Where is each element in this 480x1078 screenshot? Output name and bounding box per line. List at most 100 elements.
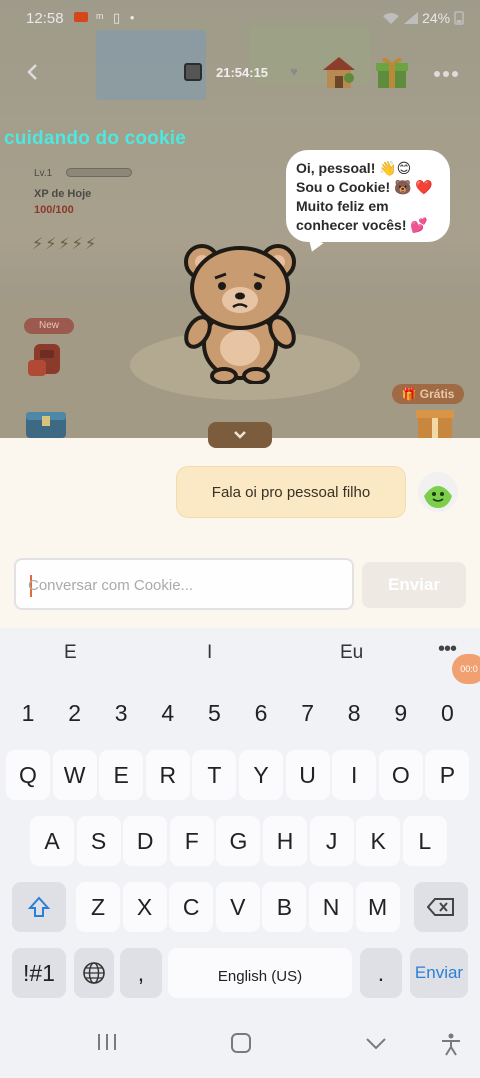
new-item-button[interactable] [22, 338, 74, 382]
bear-icon [184, 244, 296, 385]
key-space[interactable]: English (US) [168, 948, 352, 998]
globe-icon [83, 962, 105, 984]
key-s[interactable]: S [76, 816, 121, 866]
key-j[interactable]: J [309, 816, 354, 866]
chevron-down-icon [234, 431, 246, 439]
key-z[interactable]: Z [76, 882, 120, 932]
key-1[interactable]: 1 [6, 688, 50, 738]
recent-apps-icon [98, 1034, 116, 1050]
battery-level: 24% [422, 10, 451, 26]
key-5[interactable]: 5 [192, 688, 236, 738]
key-language[interactable] [74, 948, 114, 998]
key-h[interactable]: H [263, 816, 307, 866]
chest-button[interactable] [22, 404, 70, 438]
key-k[interactable]: K [356, 816, 401, 866]
gift-box-icon [416, 410, 454, 438]
backpack-icon [28, 344, 60, 376]
key-i[interactable]: I [332, 750, 377, 800]
speech-bubble: Oi, pessoal! 👋😊 Sou o Cookie! 🐻 ❤️ Muito… [286, 150, 450, 242]
key-symbols[interactable]: !#1 [12, 948, 66, 998]
key-b[interactable]: B [262, 882, 307, 932]
gift-button[interactable] [372, 52, 412, 92]
xp-panel: Lv.1 XP de Hoje 100/100 ⚡⚡⚡⚡⚡ [30, 160, 160, 255]
avatar-icon [424, 486, 452, 508]
key-g[interactable]: G [216, 816, 261, 866]
key-o[interactable]: O [378, 750, 423, 800]
suggestion-2[interactable]: I [207, 642, 212, 664]
key-7[interactable]: 7 [286, 688, 330, 738]
level-progress-bar [66, 168, 132, 177]
chat-panel: Fala oi pro pessoal filho Enviar [0, 438, 480, 628]
key-t[interactable]: T [192, 750, 237, 800]
chat-input-box[interactable] [14, 558, 354, 610]
home-button[interactable] [230, 1032, 252, 1060]
key-n[interactable]: N [309, 882, 353, 932]
bed-icon [184, 63, 202, 81]
house-icon [323, 57, 355, 88]
wifi-icon [383, 13, 400, 24]
suggestion-1[interactable]: E [64, 642, 77, 664]
key-u[interactable]: U [285, 750, 330, 800]
pet-title: cuidando do cookie [4, 128, 187, 149]
free-badge[interactable]: 🎁 Grátis [392, 384, 464, 404]
free-gift-item[interactable] [410, 404, 460, 438]
key-a[interactable]: A [30, 816, 74, 866]
key-x[interactable]: X [122, 882, 167, 932]
user-avatar [418, 472, 458, 512]
free-label: Grátis [419, 387, 455, 401]
backspace-icon [426, 898, 454, 916]
key-l[interactable]: L [402, 816, 447, 866]
key-r[interactable]: R [145, 750, 190, 800]
key-v[interactable]: V [215, 882, 260, 932]
recording-badge: 00:0 [452, 654, 480, 684]
key-w[interactable]: W [52, 750, 97, 800]
key-enter[interactable]: Enviar [410, 948, 468, 998]
key-period[interactable]: . [360, 948, 402, 998]
xp-value: 100/100 [34, 204, 74, 216]
game-toolbar: 21:54:15 ♥ [0, 52, 480, 92]
key-9[interactable]: 9 [379, 688, 423, 738]
home-icon [231, 1033, 251, 1053]
key-f[interactable]: F [169, 816, 214, 866]
timer-value: 21:54:15 [216, 65, 269, 80]
suggestion-bar: E I Eu ••• 00:0 [0, 628, 480, 684]
heart-icon: ♥ [290, 64, 298, 79]
shift-icon [27, 896, 51, 917]
more-suggestions-button[interactable]: ••• [438, 638, 457, 661]
notification-icons: ᵐ ▯ • [96, 10, 138, 25]
key-comma[interactable]: , [120, 948, 162, 998]
system-nav-bar [0, 1010, 480, 1078]
sleep-timer[interactable]: 21:54:15 ♥ [178, 60, 306, 86]
xp-label: XP de Hoje [34, 188, 92, 200]
chat-input[interactable] [28, 572, 338, 598]
key-m[interactable]: M [355, 882, 400, 932]
user-message-bubble: Fala oi pro pessoal filho [176, 466, 406, 518]
chevron-down-icon [366, 1038, 386, 1050]
bear-character[interactable] [178, 234, 302, 385]
recent-apps-button[interactable] [96, 1032, 118, 1058]
back-button[interactable] [18, 58, 48, 88]
key-e[interactable]: E [99, 750, 144, 800]
signal-icon [404, 12, 419, 24]
key-y[interactable]: Y [239, 750, 283, 800]
more-options-button[interactable] [428, 58, 464, 86]
key-d[interactable]: D [123, 816, 168, 866]
key-backspace[interactable] [414, 882, 468, 932]
key-c[interactable]: C [169, 882, 214, 932]
key-p[interactable]: P [425, 750, 470, 800]
key-4[interactable]: 4 [146, 688, 190, 738]
collapse-button[interactable] [208, 422, 272, 448]
key-6[interactable]: 6 [239, 688, 283, 738]
key-q[interactable]: Q [6, 750, 50, 800]
game-scene: 12:58 ᵐ ▯ • 24% 21:54:15 ♥ cuidando do c… [0, 0, 480, 438]
key-8[interactable]: 8 [332, 688, 376, 738]
key-shift[interactable] [12, 882, 66, 932]
accessibility-button[interactable] [440, 1032, 462, 1062]
key-3[interactable]: 3 [99, 688, 143, 738]
key-0[interactable]: 0 [425, 688, 469, 738]
send-button[interactable]: Enviar [362, 562, 466, 608]
suggestion-3[interactable]: Eu [340, 642, 363, 664]
house-button[interactable] [320, 54, 358, 90]
hide-keyboard-button[interactable] [364, 1032, 388, 1058]
key-2[interactable]: 2 [53, 688, 97, 738]
